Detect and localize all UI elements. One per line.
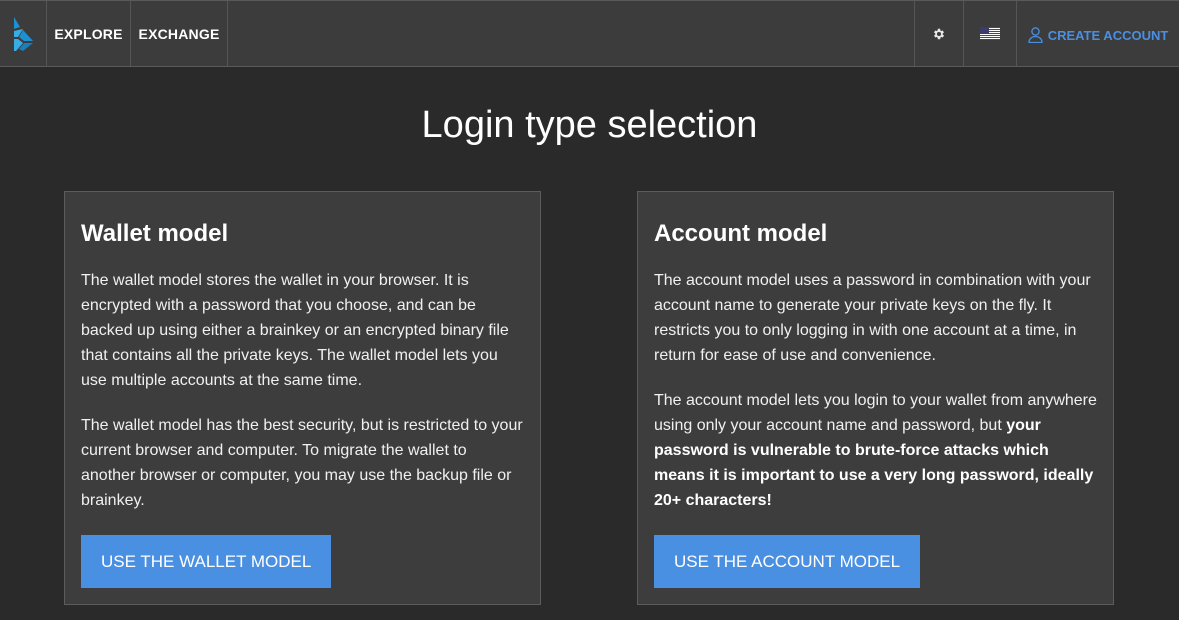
top-navigation-bar: EXPLORE EXCHANGE CREATE ACCOUNT: [0, 0, 1179, 67]
nav-explore[interactable]: EXPLORE: [47, 1, 131, 66]
account-model-description: The account model uses a password in com…: [654, 272, 1091, 364]
bitshares-icon: [14, 16, 33, 51]
use-wallet-model-button[interactable]: USE THE WALLET MODEL: [81, 535, 332, 588]
wallet-model-description: The wallet model stores the wallet in yo…: [81, 272, 509, 389]
wallet-model-card: Wallet model The wallet model stores the…: [64, 191, 541, 605]
gear-icon: [933, 28, 945, 39]
header-spacer: [228, 1, 914, 66]
nav-exchange[interactable]: EXCHANGE: [131, 1, 228, 66]
page-title: Login type selection: [421, 104, 758, 146]
wallet-model-heading: Wallet model: [81, 220, 229, 247]
user-icon: [1028, 27, 1043, 43]
wallet-model-security-note: The wallet model has the best security, …: [81, 417, 523, 509]
us-flag-icon: [980, 27, 1000, 40]
account-model-security-note: The account model lets you login to your…: [654, 388, 1097, 513]
account-model-heading: Account model: [654, 220, 828, 247]
bitshares-logo[interactable]: [0, 1, 47, 66]
create-account-label: CREATE ACCOUNT: [1047, 27, 1169, 43]
account-model-card: Account model The account model uses a p…: [637, 191, 1114, 605]
use-account-model-button[interactable]: USE THE ACCOUNT MODEL: [654, 535, 921, 588]
settings-button[interactable]: [914, 1, 963, 66]
create-account-button[interactable]: CREATE ACCOUNT: [1016, 1, 1179, 66]
language-selector[interactable]: [963, 1, 1016, 66]
